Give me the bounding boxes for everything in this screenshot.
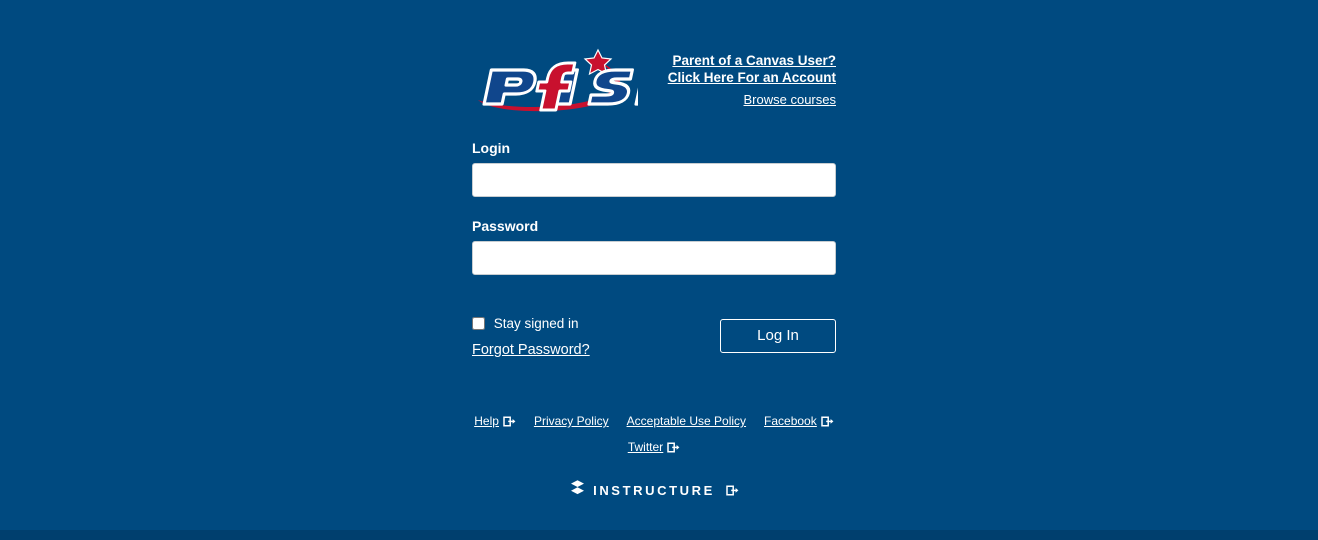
external-link-icon [820, 415, 834, 427]
login-label: Login [472, 140, 511, 156]
footer-links-row-2: Twitter [412, 436, 896, 462]
bottom-strip [0, 530, 1318, 540]
header: Parent of a Canvas User? Click Here For a… [472, 42, 836, 122]
password-input[interactable] [472, 241, 836, 275]
login-field-group: Login [472, 140, 836, 197]
stay-signed-in-label: Stay signed in [493, 316, 579, 331]
browse-courses-link[interactable]: Browse courses [596, 91, 836, 108]
footer-link-acceptable-use-policy[interactable]: Acceptable Use Policy [627, 410, 746, 432]
footer-link-privacy-policy[interactable]: Privacy Policy [534, 410, 609, 432]
external-link-icon [726, 484, 739, 496]
instructure-link[interactable]: INSTRUCTURE [569, 479, 739, 501]
parent-account-line1: Parent of a Canvas User? [672, 53, 836, 68]
instructure-label: INSTRUCTURE [593, 482, 715, 498]
header-links: Parent of a Canvas User? Click Here For a… [596, 52, 836, 108]
footer-link-twitter[interactable]: Twitter [628, 436, 680, 458]
footer-links-row-1: Help Privacy Policy Acceptable Use Polic… [412, 410, 896, 436]
footer: Help Privacy Policy Acceptable Use Polic… [412, 410, 896, 501]
parent-account-line2: Click Here For an Account [667, 70, 836, 85]
log-in-button[interactable]: Log In [720, 319, 836, 353]
login-page: Parent of a Canvas User? Click Here For a… [0, 0, 1318, 540]
parent-account-link[interactable]: Parent of a Canvas User? Click Here For a… [596, 52, 836, 86]
external-link-icon [667, 441, 680, 453]
forgot-password-link[interactable]: Forgot Password? [472, 342, 590, 358]
password-field-group: Password [472, 218, 836, 275]
stay-signed-in-row[interactable]: Stay signed in [472, 316, 579, 332]
login-form: Login Password [472, 140, 836, 275]
external-link-icon [503, 415, 516, 427]
login-input[interactable] [472, 163, 836, 197]
instructure-logo-icon [569, 479, 586, 501]
footer-link-facebook[interactable]: Facebook [764, 410, 834, 432]
form-controls: Stay signed in Forgot Password? Log In [472, 306, 836, 366]
stay-signed-in-checkbox[interactable] [472, 317, 485, 330]
footer-link-help[interactable]: Help [474, 410, 516, 432]
instructure-footer: INSTRUCTURE [412, 479, 896, 501]
password-label: Password [472, 218, 539, 234]
